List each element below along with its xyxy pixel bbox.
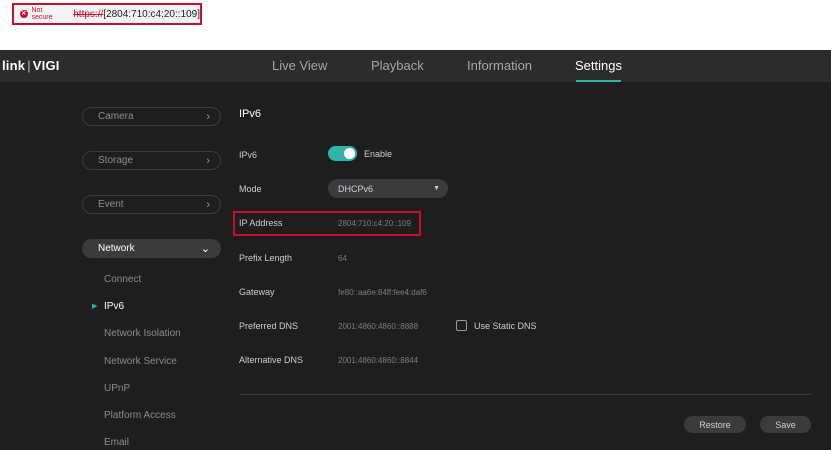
- save-button[interactable]: Save: [760, 416, 811, 433]
- tab-playback[interactable]: Playback: [371, 58, 424, 73]
- logo: link | VIGI: [2, 58, 60, 73]
- preferred-dns-label: Preferred DNS: [239, 321, 299, 331]
- mode-label: Mode: [239, 184, 262, 194]
- gateway-value: fe80::aa6e:84ff:fee4:daf6: [338, 288, 427, 297]
- sidebar-item-email[interactable]: Email: [104, 437, 129, 448]
- url-scheme: https://: [73, 8, 104, 20]
- use-static-dns-checkbox[interactable]: [456, 320, 467, 331]
- prefix-length-value: 64: [338, 254, 347, 263]
- caret-down-icon: ▼: [433, 185, 440, 192]
- ip-address-value: 2804:710:c4:20::109: [338, 219, 411, 228]
- page-title: IPv6: [239, 108, 262, 120]
- mode-value: DHCPv6: [338, 183, 374, 194]
- mode-select[interactable]: DHCPv6 ▼: [328, 179, 448, 198]
- chevron-right-icon: ›: [206, 154, 210, 167]
- sidebar-item-label: Event: [98, 199, 124, 210]
- chevron-down-icon: ⌄: [200, 243, 210, 255]
- sidebar-item-camera[interactable]: Camera ›: [82, 107, 221, 126]
- sidebar-item-label: Storage: [98, 155, 134, 166]
- divider: [239, 394, 811, 395]
- ipv6-label: IPv6: [239, 150, 258, 160]
- security-indicator[interactable]: Not secure: [32, 7, 64, 21]
- prefix-length-label: Prefix Length: [239, 253, 293, 263]
- preferred-dns-value: 2001:4860:4860::8888: [338, 322, 419, 331]
- sidebar-item-label: Network: [98, 243, 135, 254]
- toggle-knob: [344, 148, 355, 159]
- url-text[interactable]: https://[2804:710:c4:20::109]: [73, 9, 200, 20]
- ip-address-label: IP Address: [239, 218, 283, 228]
- url-field[interactable]: ✕ Not secure https://[2804:710:c4:20::10…: [12, 3, 202, 25]
- gateway-label: Gateway: [239, 287, 275, 297]
- sidebar-item-network-isolation[interactable]: Network Isolation: [104, 328, 181, 339]
- logo-product: VIGI: [32, 58, 60, 73]
- sidebar-item-platform-access[interactable]: Platform Access: [104, 410, 176, 421]
- tab-settings[interactable]: Settings: [575, 58, 622, 73]
- sidebar-item-network[interactable]: Network ⌄: [82, 239, 221, 258]
- sidebar-item-storage[interactable]: Storage ›: [82, 151, 221, 170]
- sidebar-item-label: Camera: [98, 111, 134, 122]
- alternative-dns-label: Alternative DNS: [239, 355, 304, 365]
- warning-icon: ✕: [20, 10, 28, 18]
- alternative-dns-value: 2001:4860:4860::8844: [338, 356, 419, 365]
- logo-separator: |: [27, 58, 31, 73]
- sidebar-item-network-service[interactable]: Network Service: [104, 356, 177, 367]
- sidebar-item-connect[interactable]: Connect: [104, 274, 141, 285]
- tab-live-view[interactable]: Live View: [272, 58, 327, 73]
- browser-address-bar: ✕ Not secure https://[2804:710:c4:20::10…: [0, 0, 831, 50]
- app-header: link | VIGI Live View Playback Information…: [0, 50, 831, 82]
- chevron-right-icon: ›: [206, 110, 210, 123]
- active-arrow-icon: ▶: [92, 303, 98, 310]
- ipv6-toggle-label: Enable: [364, 149, 393, 159]
- ipv6-toggle[interactable]: [328, 146, 357, 161]
- chevron-right-icon: ›: [206, 198, 210, 211]
- active-tab-indicator: [576, 80, 621, 82]
- sidebar-item-upnp[interactable]: UPnP: [104, 383, 130, 394]
- logo-brand: link: [2, 58, 26, 73]
- use-static-dns-label[interactable]: Use Static DNS: [474, 321, 537, 331]
- url-host: [2804:710:c4:20::109]: [103, 8, 200, 20]
- sidebar-item-ipv6[interactable]: IPv6: [104, 301, 124, 312]
- restore-button[interactable]: Restore: [684, 416, 746, 433]
- tab-information[interactable]: Information: [467, 58, 532, 73]
- sidebar-item-event[interactable]: Event ›: [82, 195, 221, 214]
